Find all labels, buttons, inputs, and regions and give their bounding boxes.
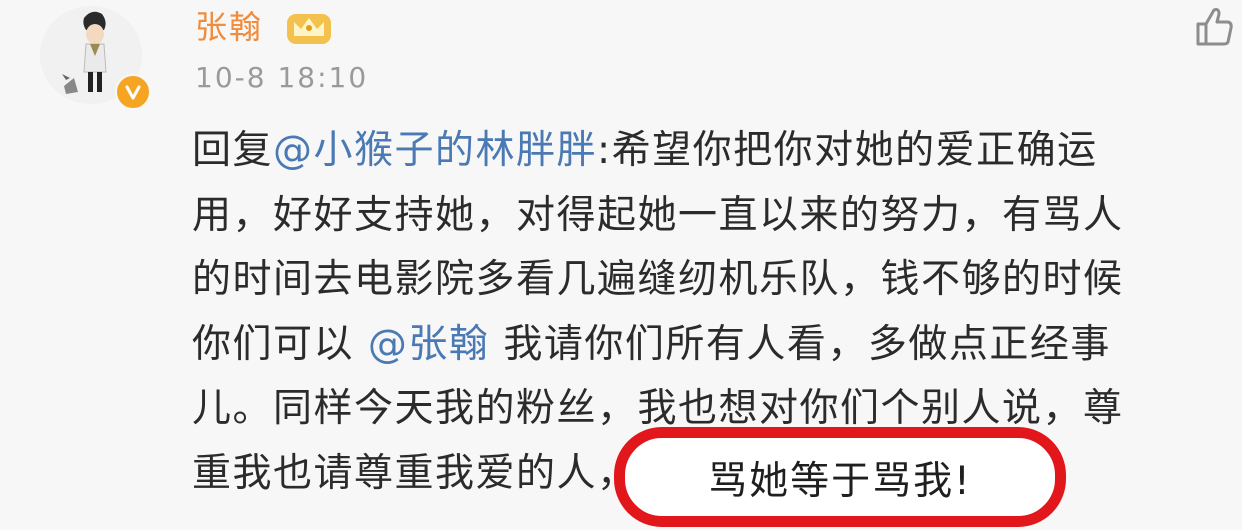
content-text: 回复 <box>192 128 274 173</box>
content-text: 重我也请尊重我爱的人， <box>192 450 638 496</box>
mention-link[interactable]: @张翰 <box>368 322 490 367</box>
content-line: 的时间去电影院多看几遍缝纫机乐队，钱不够的时候 <box>192 248 1232 313</box>
content-text: 的时间去电影院多看几遍缝纫机乐队，钱不够的时候 <box>192 257 1124 303</box>
content-line: 你们可以 @张翰 我请你们所有人看，多做点正经事 <box>192 313 1232 378</box>
highlight-callout: 骂她等于骂我! <box>614 427 1066 527</box>
content-line: 用，好好支持她，对得起她一直以来的努力，有骂人 <box>192 184 1232 249</box>
post-timestamp: 10-8 18:10 <box>195 61 369 94</box>
mention-link[interactable]: @小猴子的林胖胖 <box>273 128 597 173</box>
content-text: :希望你把你对她的爱正确运 <box>597 128 1098 173</box>
content-text: 用，好好支持她，对得起她一直以来的努力，有骂人 <box>192 192 1124 238</box>
content-text: 你们可以 <box>192 321 368 367</box>
highlight-text: 骂她等于骂我! <box>708 459 972 504</box>
crown-icon <box>287 14 331 44</box>
content-line: 回复@小猴子的林胖胖:希望你把你对她的爱正确运 <box>192 119 1232 184</box>
content-text: 儿。同样今天我的粉丝，我也想对你们个别人说，尊 <box>192 386 1124 432</box>
verified-badge-icon <box>115 74 151 110</box>
author-name[interactable]: 张翰 <box>195 5 263 49</box>
thumbs-up-icon[interactable] <box>1192 4 1234 48</box>
content-text: 我请你们所有人看，多做点正经事 <box>489 321 1111 367</box>
